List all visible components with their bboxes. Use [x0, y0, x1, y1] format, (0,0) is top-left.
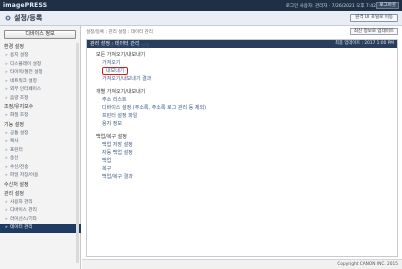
address-list-link[interactable]: 주소 리스트	[96, 96, 366, 104]
main-content: 설정/등록 : 관리 설정 : 데이터 관리 최신 정보로 업데이트 관리 설정…	[82, 26, 402, 259]
import-link[interactable]: 가져오기	[96, 59, 366, 67]
restore-link[interactable]: 복구	[96, 165, 366, 173]
device-settings-link[interactable]: 디바이스 설정 (주소록, 주소록 로그 관리 등 제외)	[96, 104, 366, 112]
settings-icon	[5, 15, 11, 21]
brand-logo: imagePRESS	[3, 2, 48, 9]
sidebar-item-device-management[interactable]: 디바이스 관리	[0, 207, 81, 216]
top-bar: imagePRESS 로그인 사용자: 관리자 · 7/26/2021 오후 7…	[0, 0, 402, 11]
import-export-result-link[interactable]: 가져오기/내보내기 결과	[96, 75, 366, 83]
backup-result-link[interactable]: 백업/복구 결과	[96, 173, 366, 181]
sidebar-item-send[interactable]: 송신	[0, 155, 81, 164]
export-link-row: 내보내기	[96, 66, 366, 75]
paper-info-link[interactable]: 용지 정보	[96, 120, 366, 128]
footer: Copyright CANON INC. 2015	[82, 259, 402, 269]
sub-header: 설정/등록 원격 UI 포털로 이동	[0, 11, 402, 26]
copyright: Copyright CANON INC. 2015	[337, 262, 398, 267]
sidebar-group-preferences[interactable]: 환경 설정	[0, 43, 81, 52]
sidebar-group-destination[interactable]: 수신처 설정	[0, 181, 81, 190]
sidebar-item-paper[interactable]: 용지 설정	[0, 52, 81, 61]
page-title: 설정/등록	[4, 13, 42, 23]
section-backup-restore: 백업/복구 설정	[96, 133, 127, 140]
sidebar-item-user-management[interactable]: 사용자 관리	[0, 199, 81, 208]
logout-button[interactable]: 로그아웃	[376, 2, 399, 9]
portal-button[interactable]: 원격 UI 포털로 이동	[350, 14, 398, 22]
sidebar-item-display[interactable]: 디스플레이 설정	[0, 61, 81, 70]
sidebar-nav: 환경 설정 용지 설정 디스플레이 설정 타이머/절전 설정 네트워크 설정 외…	[0, 43, 81, 233]
section-all-import-export: 모든 가져오기/내보내기	[96, 51, 146, 58]
sidebar-item-receive[interactable]: 수신/전송	[0, 164, 81, 173]
page-title-label: 설정/등록	[14, 14, 43, 22]
data-management-menu: 트랜스퍼 데이터 환경설정 모든 가져오기/내보내기 가져오기 내보내기 가져오…	[96, 43, 366, 181]
user-info: 로그인 사용자: 관리자 · 7/26/2021 오후 7:42	[285, 4, 376, 9]
sidebar-group-adjust[interactable]: 조정/유지보수	[0, 103, 81, 112]
sidebar-item-timer[interactable]: 타이머/절전 설정	[0, 69, 81, 78]
sidebar-item-image-quality[interactable]: 화질 조정	[0, 112, 81, 121]
transfer-settings-link[interactable]: 트랜스퍼 데이터 환경설정	[96, 43, 366, 51]
sidebar-item-network[interactable]: 네트워크 설정	[0, 78, 81, 87]
breadcrumb: 설정/등록 : 관리 설정 : 데이터 관리	[86, 30, 153, 35]
sidebar-item-volume[interactable]: 음량 조정	[0, 95, 81, 104]
auto-backup-link[interactable]: 자동 백업 설정	[96, 149, 366, 157]
sidebar-item-common[interactable]: 공통 설정	[0, 130, 81, 139]
sidebar-group-functions[interactable]: 기능 설정	[0, 121, 81, 130]
sidebar: 디바이스 정보 환경 설정 용지 설정 디스플레이 설정 타이머/절전 설정 네…	[0, 26, 81, 269]
sidebar-group-management[interactable]: 관리 설정	[0, 190, 81, 199]
device-info-button[interactable]: 디바이스 정보	[4, 30, 76, 39]
export-link[interactable]: 내보내기	[102, 66, 129, 75]
sidebar-item-data-management[interactable]: 데이터 관리	[0, 224, 81, 233]
sidebar-scrollbar[interactable]	[76, 43, 79, 263]
backup-storage-link[interactable]: 백업 저장 설정	[96, 141, 366, 149]
sidebar-item-printer[interactable]: 프린터	[0, 147, 81, 156]
section-individual-import-export: 개별 가져오기/내보내기	[96, 88, 146, 95]
sidebar-item-interface[interactable]: 외부 인터페이스	[0, 86, 81, 95]
sidebar-item-copy[interactable]: 복사	[0, 138, 81, 147]
sidebar-item-license[interactable]: 라이선스/기타	[0, 216, 81, 225]
sidebar-item-store[interactable]: 파일 저장/이용	[0, 172, 81, 181]
refresh-button[interactable]: 최신 정보로 업데이트	[349, 28, 398, 35]
backup-link[interactable]: 백업	[96, 157, 366, 165]
printer-settings-link[interactable]: 프린터 설정 파일	[96, 112, 366, 120]
